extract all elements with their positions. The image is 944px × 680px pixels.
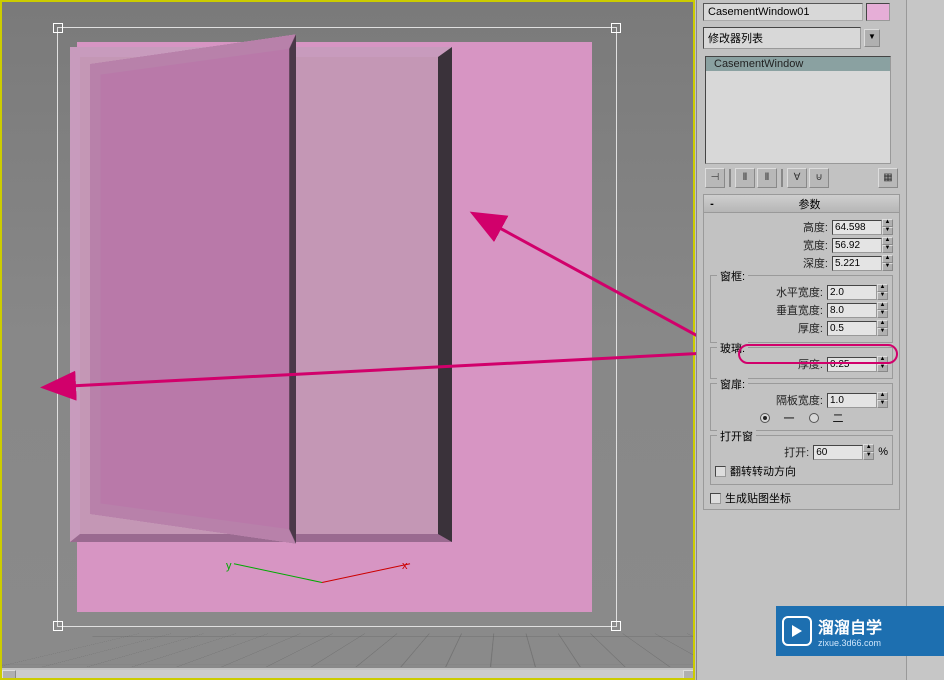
modifier-list-dropdown[interactable]: 修改器列表 bbox=[703, 27, 861, 49]
width-spinner-buttons[interactable]: ▲▼ bbox=[882, 237, 893, 253]
show-end-result-button[interactable]: Ⅱ bbox=[735, 168, 755, 188]
flip-swing-checkbox[interactable] bbox=[715, 466, 726, 477]
play-icon bbox=[782, 616, 812, 646]
rollout-header[interactable]: - 参数 bbox=[704, 195, 899, 213]
watermark-url: zixue.3d66.com bbox=[818, 638, 882, 648]
open-percent: % bbox=[878, 446, 888, 458]
x-axis-label: x bbox=[402, 560, 408, 572]
casement-sash bbox=[90, 34, 296, 543]
frame-vwidth-label: 垂直宽度: bbox=[776, 302, 823, 318]
perspective-viewport[interactable]: x y bbox=[0, 0, 695, 680]
object-color-swatch[interactable] bbox=[866, 3, 890, 21]
modify-panel: CasementWindow01 修改器列表 ▼ CasementWindow … bbox=[696, 0, 906, 680]
y-axis-label: y bbox=[226, 560, 232, 572]
watermark-badge: 溜溜自学 zixue.3d66.com bbox=[776, 606, 944, 656]
open-label: 打开: bbox=[784, 444, 809, 460]
panel-count-two-radio[interactable] bbox=[809, 413, 819, 423]
collapse-icon[interactable]: - bbox=[704, 198, 720, 210]
stack-item-casementwindow[interactable]: CasementWindow bbox=[706, 57, 890, 71]
panel-count-one-label: 一 bbox=[784, 410, 795, 426]
open-window-group: 打开窗 打开: ▲▼ % 翻转转动方向 bbox=[710, 435, 893, 485]
generate-map-coords-checkbox[interactable] bbox=[710, 493, 721, 504]
object-name-field[interactable]: CasementWindow01 bbox=[703, 3, 863, 21]
width-label: 宽度: bbox=[803, 237, 828, 253]
frame-thick-spinner[interactable] bbox=[827, 321, 877, 336]
flip-swing-label: 翻转转动方向 bbox=[730, 463, 796, 479]
pin-stack-button[interactable]: ⊣ bbox=[705, 168, 725, 188]
scroll-right-button[interactable] bbox=[683, 670, 695, 680]
height-spinner[interactable] bbox=[832, 220, 882, 235]
width-spinner[interactable] bbox=[832, 238, 882, 253]
open-spinner[interactable] bbox=[813, 445, 863, 460]
panel-count-one-radio[interactable] bbox=[760, 413, 770, 423]
frame-group: 窗框: 水平宽度: ▲▼ 垂直宽度: ▲▼ 厚度: ▲▼ bbox=[710, 275, 893, 343]
sash-group-title: 窗扉: bbox=[717, 376, 748, 392]
depth-spinner[interactable] bbox=[832, 256, 882, 271]
object-name-value: CasementWindow01 bbox=[708, 6, 810, 18]
frame-hwidth-spinner[interactable] bbox=[827, 285, 877, 300]
frame-vwidth-spinner[interactable] bbox=[827, 303, 877, 318]
configure-sets-button[interactable]: ⊍ bbox=[809, 168, 829, 188]
sash-group: 窗扉: 隔板宽度: ▲▼ 一 二 bbox=[710, 383, 893, 431]
scroll-left-button[interactable] bbox=[2, 670, 16, 680]
open-group-title: 打开窗 bbox=[717, 428, 756, 444]
frame-group-title: 窗框: bbox=[717, 268, 748, 284]
watermark-brand: 溜溜自学 bbox=[818, 614, 882, 638]
glass-group-title: 玻璃: bbox=[717, 340, 748, 356]
parameters-rollout: - 参数 高度: ▲▼ 宽度: ▲▼ 深度: ▲▼ 窗框: 水平宽度: ▲▼ bbox=[703, 194, 900, 510]
stack-toolbar: ⊣ Ⅱ Ⅱ ∀ ⊍ ▦ bbox=[705, 168, 898, 188]
frame-hwidth-label: 水平宽度: bbox=[776, 284, 823, 300]
right-side-strip bbox=[906, 0, 944, 680]
timeline-scrollbar[interactable] bbox=[2, 667, 695, 678]
configure-button[interactable]: ▦ bbox=[878, 168, 898, 188]
glass-thick-label: 厚度: bbox=[798, 356, 823, 372]
modifier-stack[interactable]: CasementWindow bbox=[705, 56, 891, 164]
height-spinner-buttons[interactable]: ▲▼ bbox=[882, 219, 893, 235]
rollout-title: 参数 bbox=[720, 196, 899, 212]
generate-map-coords-label: 生成贴图坐标 bbox=[725, 490, 791, 506]
divider-width-spinner[interactable] bbox=[827, 393, 877, 408]
frame-thick-label: 厚度: bbox=[798, 320, 823, 336]
glass-group: 玻璃: 厚度: ▲▼ bbox=[710, 347, 893, 379]
modifier-list-label: 修改器列表 bbox=[708, 33, 763, 45]
panel-count-two-label: 二 bbox=[833, 410, 844, 426]
make-unique-button[interactable]: Ⅱ bbox=[757, 168, 777, 188]
depth-spinner-buttons[interactable]: ▲▼ bbox=[882, 255, 893, 271]
glass-thick-spinner[interactable] bbox=[827, 357, 877, 372]
height-label: 高度: bbox=[803, 219, 828, 235]
dropdown-arrow-icon[interactable]: ▼ bbox=[864, 29, 880, 47]
depth-label: 深度: bbox=[803, 255, 828, 271]
remove-modifier-button[interactable]: ∀ bbox=[787, 168, 807, 188]
divider-width-label: 隔板宽度: bbox=[776, 392, 823, 408]
